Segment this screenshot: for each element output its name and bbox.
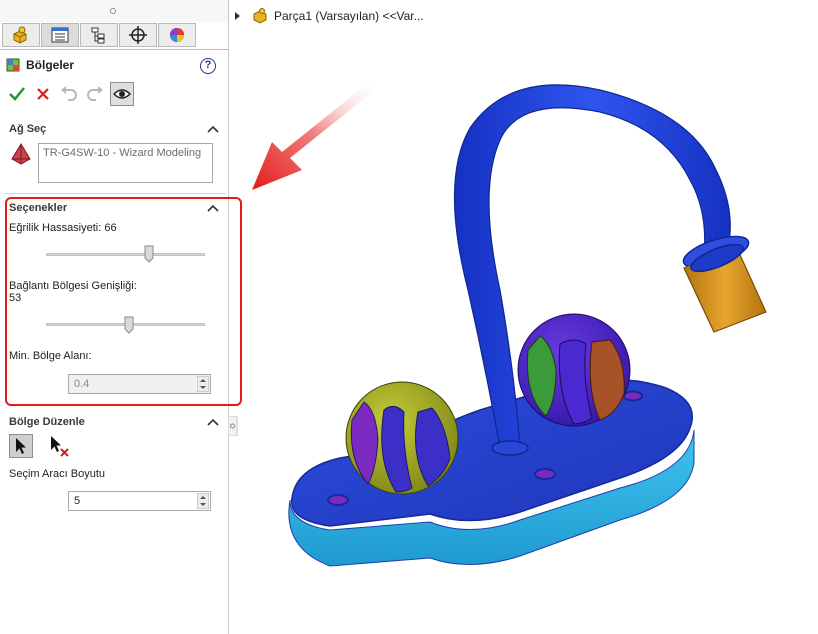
feature-title-row: Bölgeler: [6, 58, 74, 72]
select-tool-button[interactable]: [9, 434, 33, 458]
tool-size-spinbox[interactable]: 5: [68, 491, 211, 511]
chevron-up-icon[interactable]: [207, 417, 219, 427]
options-highlight-frame: [5, 197, 242, 406]
tube-foot: [491, 440, 529, 456]
base-hole: [534, 468, 556, 480]
base-hole: [623, 390, 643, 402]
undo-icon: [61, 86, 77, 101]
property-manager-panel: Bölgeler ? Ağ Seç TR-G4SW-10 - Wizard Mo…: [0, 0, 242, 634]
grip-dot[interactable]: [110, 8, 116, 14]
mesh-body-icon: [11, 143, 31, 165]
tab-display-manager[interactable]: [158, 23, 196, 47]
display-manager-icon: [170, 28, 184, 42]
tab-property-manager[interactable]: [41, 23, 79, 47]
tab-dimxpert[interactable]: [119, 23, 157, 47]
configuration-manager-icon: [91, 27, 105, 44]
feature-tree-flyout[interactable]: Parça1 (Varsayılan) <<Var...: [234, 8, 424, 24]
mesh-selection-box[interactable]: TR-G4SW-10 - Wizard Modeling: [38, 143, 213, 183]
cursor-remove-icon: [51, 436, 69, 457]
cursor-arrow-icon: [16, 438, 26, 454]
eye-icon: [113, 89, 131, 99]
panel-grip[interactable]: [0, 0, 228, 22]
chevron-right-icon[interactable]: [234, 11, 242, 21]
graphics-viewport[interactable]: [238, 30, 818, 634]
part-icon: [253, 8, 267, 24]
base-hole: [327, 494, 349, 506]
undo-button[interactable]: [58, 83, 80, 105]
redo-button[interactable]: [84, 83, 106, 105]
property-manager-icon: [51, 27, 69, 43]
tab-configuration-manager[interactable]: [80, 23, 118, 47]
dimxpert-icon: [129, 26, 147, 44]
part-icon: [13, 26, 27, 44]
close-icon: [37, 88, 49, 100]
help-button[interactable]: ?: [200, 58, 216, 74]
regions-icon: [6, 58, 20, 72]
region-edit-header[interactable]: Bölge Düzenle: [9, 416, 85, 428]
tool-size-value: 5: [74, 495, 81, 507]
preview-button[interactable]: [110, 82, 134, 106]
page-title: Bölgeler: [26, 58, 75, 72]
part-name[interactable]: Parça1 (Varsayılan) <<Var...: [274, 9, 424, 23]
cancel-button[interactable]: [32, 83, 54, 105]
check-icon: [9, 87, 25, 101]
chevron-up-icon[interactable]: [207, 124, 219, 134]
redo-icon: [87, 86, 103, 101]
deselect-tool-button[interactable]: [47, 434, 71, 458]
tool-size-label: Seçim Aracı Boyutu: [9, 468, 105, 480]
action-buttons: [6, 82, 138, 106]
section-divider: [4, 193, 226, 194]
spin-arrows-icon[interactable]: [197, 493, 209, 509]
panel-collapse-handle[interactable]: [228, 416, 238, 436]
ok-button[interactable]: [6, 83, 28, 105]
tab-divider: [0, 49, 228, 50]
tab-feature-manager[interactable]: [2, 23, 40, 47]
manager-tabs: [2, 23, 197, 49]
callout-arrow: [252, 80, 380, 190]
mesh-select-header[interactable]: Ağ Seç: [9, 123, 46, 135]
